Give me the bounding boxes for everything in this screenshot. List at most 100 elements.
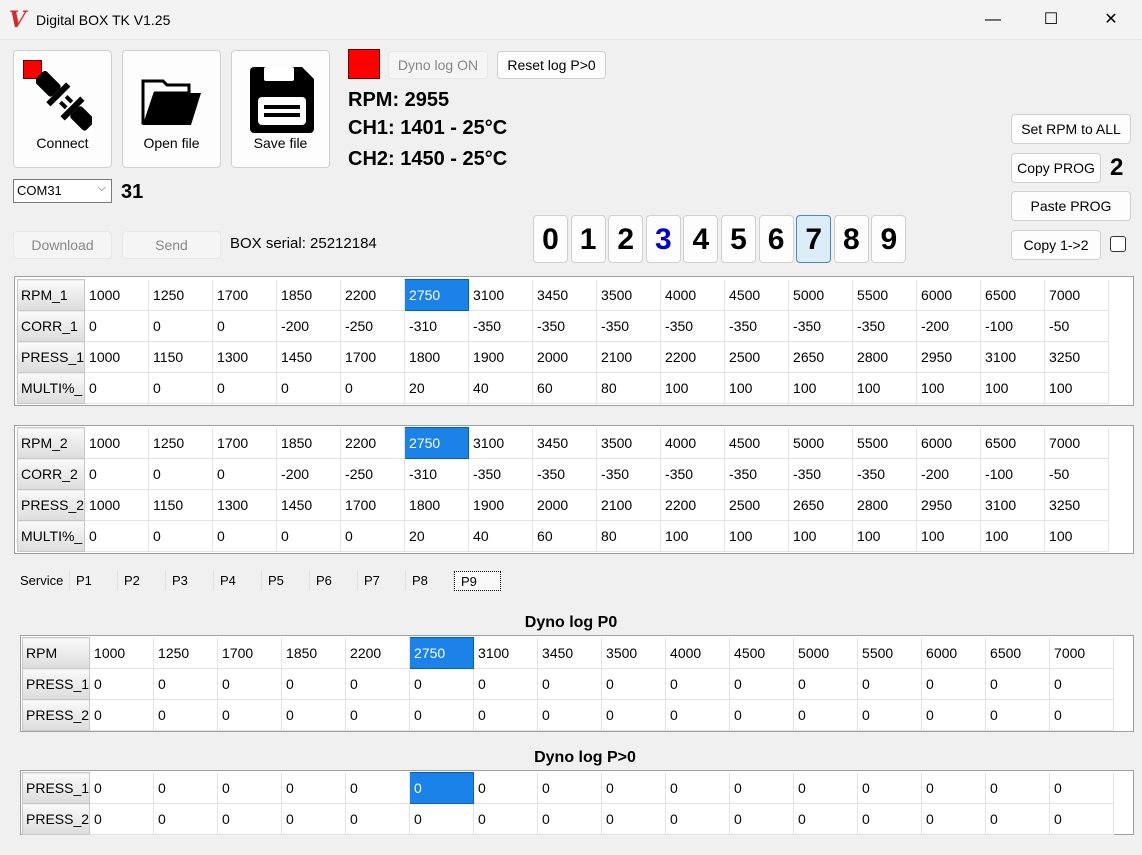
- table-cell[interactable]: 60: [532, 372, 598, 404]
- table-cell[interactable]: 1250: [148, 427, 214, 459]
- table-cell[interactable]: 3100: [468, 427, 534, 459]
- copy-prog-button[interactable]: Copy PROG: [1011, 153, 1101, 183]
- table-cell[interactable]: -350: [724, 310, 790, 342]
- close-button[interactable]: ✕: [1088, 8, 1134, 32]
- table-cell[interactable]: -350: [596, 458, 662, 490]
- program-button-7[interactable]: 7: [796, 215, 832, 263]
- table-cell[interactable]: 0: [345, 699, 411, 731]
- table-cell[interactable]: 0: [217, 699, 283, 731]
- program-button-9[interactable]: 9: [871, 215, 907, 263]
- table-cell[interactable]: 0: [729, 668, 795, 700]
- table-cell[interactable]: 100: [724, 372, 790, 404]
- copy-1-to-2-checkbox[interactable]: [1110, 236, 1126, 252]
- tab-p8[interactable]: P8: [406, 571, 454, 591]
- table-cell[interactable]: 7000: [1049, 637, 1115, 669]
- program-button-0[interactable]: 0: [533, 215, 568, 263]
- table-cell[interactable]: 2000: [532, 341, 598, 373]
- table-cell[interactable]: 4500: [729, 637, 795, 669]
- table-cell[interactable]: 0: [212, 458, 278, 490]
- row-header-press-1[interactable]: PRESS_1: [21, 772, 91, 804]
- table-cell[interactable]: 40: [468, 520, 534, 552]
- table-cell[interactable]: -200: [916, 310, 982, 342]
- table-cell[interactable]: 1700: [212, 427, 278, 459]
- table-cell[interactable]: 0: [601, 772, 667, 804]
- table-cell[interactable]: 2750: [404, 427, 470, 459]
- table-cell[interactable]: 2100: [596, 489, 662, 521]
- row-header-press-1[interactable]: PRESS_1: [16, 341, 86, 373]
- table-cell[interactable]: 1150: [148, 489, 214, 521]
- table-cell[interactable]: -350: [660, 310, 726, 342]
- table-cell[interactable]: 1150: [148, 341, 214, 373]
- table-cell[interactable]: 0: [281, 803, 347, 835]
- table-cell[interactable]: 2950: [916, 341, 982, 373]
- table-cell[interactable]: 0: [665, 668, 731, 700]
- table-cell[interactable]: 3500: [601, 637, 667, 669]
- table-cell[interactable]: 2650: [788, 341, 854, 373]
- table-cell[interactable]: 5500: [852, 279, 918, 311]
- table-cell[interactable]: 0: [153, 772, 219, 804]
- table-cell[interactable]: 4000: [660, 279, 726, 311]
- table-cell[interactable]: 1450: [276, 489, 342, 521]
- table-cell[interactable]: 0: [857, 772, 923, 804]
- table-cell[interactable]: 6500: [985, 637, 1051, 669]
- table-cell[interactable]: 0: [537, 668, 603, 700]
- table-cell[interactable]: 6000: [916, 279, 982, 311]
- table-cell[interactable]: 5500: [857, 637, 923, 669]
- table-cell[interactable]: -350: [788, 458, 854, 490]
- row-header-press-1[interactable]: PRESS_1: [21, 668, 91, 700]
- table-cell[interactable]: 0: [89, 772, 155, 804]
- table-cell[interactable]: 0: [409, 699, 475, 731]
- table-cell[interactable]: 2200: [345, 637, 411, 669]
- row-header-multi-[interactable]: MULTI%_: [16, 520, 86, 552]
- table-cell[interactable]: 0: [665, 699, 731, 731]
- table-cell[interactable]: 100: [788, 372, 854, 404]
- table-cell[interactable]: 60: [532, 520, 598, 552]
- table-cell[interactable]: 5000: [788, 279, 854, 311]
- table-cell[interactable]: 2200: [660, 341, 726, 373]
- table-cell[interactable]: -350: [468, 310, 534, 342]
- table-cell[interactable]: 6500: [980, 279, 1046, 311]
- table-cell[interactable]: 3100: [473, 637, 539, 669]
- tab-p2[interactable]: P2: [118, 571, 166, 591]
- table-cell[interactable]: 1850: [276, 427, 342, 459]
- table-cell[interactable]: 100: [660, 372, 726, 404]
- table-cell[interactable]: 4500: [724, 279, 790, 311]
- tab-p9[interactable]: P9: [454, 571, 501, 591]
- table-cell[interactable]: 1300: [212, 489, 278, 521]
- table-cell[interactable]: -350: [468, 458, 534, 490]
- reset-log-button[interactable]: Reset log P>0: [497, 51, 606, 79]
- table-cell[interactable]: 0: [84, 310, 150, 342]
- table-cell[interactable]: 0: [84, 458, 150, 490]
- table-cell[interactable]: 4000: [665, 637, 731, 669]
- table-cell[interactable]: 3500: [596, 427, 662, 459]
- table-cell[interactable]: 1250: [153, 637, 219, 669]
- table-cell[interactable]: 0: [1049, 699, 1115, 731]
- table-cell[interactable]: 0: [537, 803, 603, 835]
- table-cell[interactable]: -350: [596, 310, 662, 342]
- table-cell[interactable]: -50: [1044, 458, 1110, 490]
- table-cell[interactable]: 2750: [404, 279, 470, 311]
- send-button[interactable]: Send: [122, 231, 221, 259]
- paste-prog-button[interactable]: Paste PROG: [1011, 191, 1131, 221]
- table-cell[interactable]: 0: [345, 668, 411, 700]
- table-cell[interactable]: 100: [788, 520, 854, 552]
- table-cell[interactable]: 0: [857, 803, 923, 835]
- table-cell[interactable]: 1800: [404, 489, 470, 521]
- table-cell[interactable]: 0: [217, 668, 283, 700]
- table-cell[interactable]: 0: [345, 772, 411, 804]
- table-cell[interactable]: -350: [852, 458, 918, 490]
- table-cell[interactable]: 2800: [852, 341, 918, 373]
- table-cell[interactable]: 0: [537, 699, 603, 731]
- table-cell[interactable]: 3250: [1044, 341, 1110, 373]
- table-cell[interactable]: 0: [857, 668, 923, 700]
- table-cell[interactable]: 100: [916, 520, 982, 552]
- table-cell[interactable]: 0: [729, 772, 795, 804]
- table-cell[interactable]: -50: [1044, 310, 1110, 342]
- table-cell[interactable]: 100: [1044, 520, 1110, 552]
- row-header-corr-1[interactable]: CORR_1: [16, 310, 86, 342]
- table-cell[interactable]: 0: [89, 699, 155, 731]
- table-cell[interactable]: 3100: [468, 279, 534, 311]
- table-cell[interactable]: -350: [532, 310, 598, 342]
- table-cell[interactable]: 5000: [788, 427, 854, 459]
- table-cell[interactable]: -250: [340, 310, 406, 342]
